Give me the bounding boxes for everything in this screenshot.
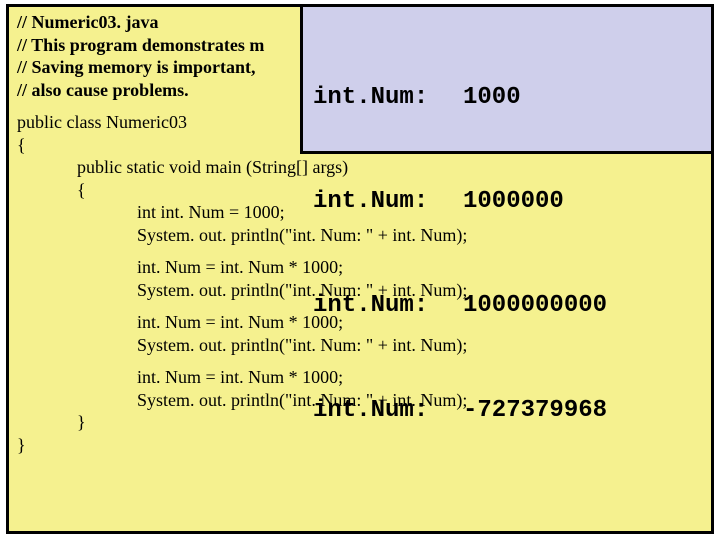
program-output-box: int.Num: 1000 int.Num: 1000000 int.Num: … (300, 4, 714, 154)
comment-line: // Saving memory is important, (17, 57, 256, 77)
output-row: int.Num: 1000000 (313, 185, 701, 220)
output-label: int.Num: (313, 289, 463, 324)
comment-line: // also cause problems. (17, 80, 189, 100)
output-value: 1000000 (463, 185, 564, 220)
output-value: 1000 (463, 81, 521, 116)
output-label: int.Num: (313, 81, 463, 116)
slide: // Numeric03. java // This program demon… (0, 0, 720, 540)
output-row: int.Num: 1000000000 (313, 289, 701, 324)
comment-line: // This program demonstrates m (17, 35, 264, 55)
comment-line: // Numeric03. java (17, 12, 158, 32)
output-value: 1000000000 (463, 289, 607, 324)
output-row: int.Num: 1000 (313, 81, 701, 116)
output-label: int.Num: (313, 185, 463, 220)
output-row: int.Num: -727379968 (313, 394, 701, 429)
output-label: int.Num: (313, 394, 463, 429)
output-value: -727379968 (463, 394, 607, 429)
